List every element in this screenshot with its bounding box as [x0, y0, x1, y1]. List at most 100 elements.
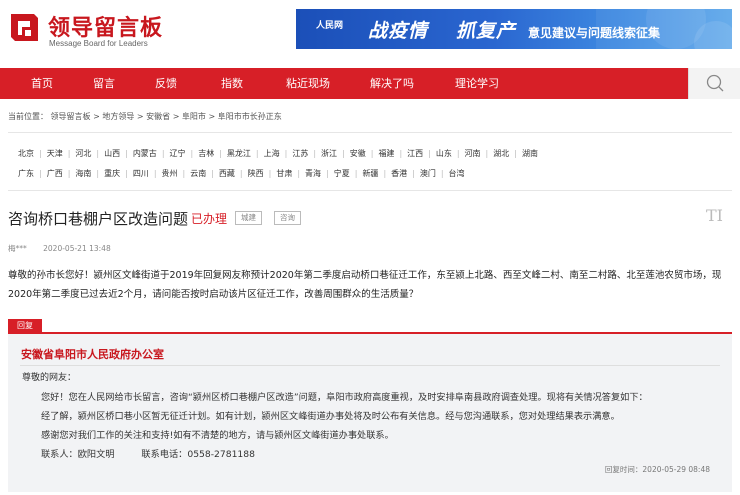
province-link[interactable]: 西藏: [219, 168, 235, 179]
province-separator: |: [456, 149, 460, 158]
province-separator: |: [268, 169, 272, 178]
status-badge: 已办理: [191, 212, 228, 226]
province-separator: |: [383, 169, 387, 178]
logo-icon: [11, 14, 38, 41]
breadcrumb-separator: >: [136, 112, 144, 121]
breadcrumb-item[interactable]: 地方领导: [102, 112, 134, 121]
breadcrumb-item[interactable]: 安徽省: [146, 112, 170, 121]
province-link[interactable]: 陕西: [248, 168, 264, 179]
province-separator: |: [354, 169, 358, 178]
province-link[interactable]: 云南: [190, 168, 206, 179]
province-separator: |: [412, 169, 415, 178]
nav-item-message[interactable]: 留言: [84, 68, 124, 99]
province-separator: |: [313, 149, 317, 158]
province-link[interactable]: 四川: [133, 168, 149, 179]
province-separator: |: [190, 149, 194, 158]
breadcrumb-separator: >: [93, 112, 100, 121]
province-separator: |: [125, 169, 128, 178]
province-separator: |: [428, 149, 431, 158]
promo-banner[interactable]: 人民网 战疫情 抓复产 意见建议与问题线索征集: [296, 9, 732, 49]
province-link[interactable]: 江西: [407, 148, 423, 159]
province-separator: |: [182, 169, 186, 178]
province-separator: |: [255, 149, 259, 158]
search-icon: [706, 74, 724, 92]
nav-item-live[interactable]: 粘近现场: [278, 68, 338, 99]
divider: [8, 132, 732, 133]
breadcrumb: 当前位置： 领导留言板 > 地方领导 > 安徽省 > 阜阳市 > 阜阳市市长孙正…: [8, 111, 282, 122]
province-separator: |: [239, 169, 243, 178]
province-link[interactable]: 河南: [465, 148, 481, 159]
province-link[interactable]: 新疆: [362, 168, 378, 179]
nav-item-home[interactable]: 首页: [22, 68, 62, 99]
province-separator: |: [219, 149, 222, 158]
contact-name: 联系人：欧阳文明: [41, 449, 115, 460]
message-title: 咨询桥口巷棚户区改造问题: [8, 210, 189, 228]
province-separator: |: [96, 169, 100, 178]
province-link[interactable]: 上海: [264, 148, 280, 159]
province-list-row-1: 北京 | 天津 | 河北 | 山西 | 内蒙古 | 辽宁 | 吉林 | 黑龙江 | 上海 | 江苏 | 浙江 | 安徽 | 福建…: [18, 148, 538, 159]
banner-text: 意见建议与问题线索征集: [528, 26, 661, 40]
nav-item-theory[interactable]: 理论学习: [447, 68, 507, 99]
province-link[interactable]: 台湾: [449, 168, 465, 179]
province-link[interactable]: 天津: [47, 148, 63, 159]
breadcrumb-item[interactable]: 阜阳市市长孙正东: [218, 112, 282, 121]
province-link[interactable]: 吉林: [198, 148, 214, 159]
province-separator: |: [370, 149, 374, 158]
province-link[interactable]: 山西: [104, 148, 120, 159]
reply-organization: 安徽省阜阳市人民政府办公室: [21, 348, 164, 361]
tag-type[interactable]: 咨询: [274, 211, 301, 225]
province-link[interactable]: 甘肃: [276, 168, 292, 179]
province-link[interactable]: 海南: [75, 168, 91, 179]
tag-category[interactable]: 城建: [235, 211, 262, 225]
reply-time: 回复时间：2020-05-29 08:48: [604, 465, 710, 474]
province-link[interactable]: 山东: [436, 148, 452, 159]
banner-slogan-2: 抓复产: [456, 20, 517, 42]
font-size-icon[interactable]: TI: [706, 206, 723, 225]
province-link[interactable]: 北京: [18, 148, 34, 159]
message-body: 尊敬的孙市长您好！颍州区文峰街道于2019年回复网友称预计2020年第二季度启动…: [8, 266, 732, 304]
message-body-line: 尊敬的孙市长您好！颍州区文峰街道于2019年回复网友称预计2020年第二季度启动…: [8, 270, 722, 281]
message-author: 梅***: [8, 244, 27, 253]
nav-item-feedback[interactable]: 反馈: [146, 68, 186, 99]
nav-search-button[interactable]: [688, 68, 740, 99]
province-link[interactable]: 浙江: [321, 148, 337, 159]
province-link[interactable]: 安徽: [350, 148, 366, 159]
nav-item-resolved[interactable]: 解决了吗: [362, 68, 422, 99]
banner-source-logo: 人民网: [316, 21, 344, 31]
province-link[interactable]: 澳门: [420, 168, 436, 179]
province-link[interactable]: 重庆: [104, 168, 120, 179]
logo-subtitle: Message Board for Leaders: [49, 39, 148, 48]
nav-item-index[interactable]: 指数: [212, 68, 252, 99]
message-body-line: 2020年第二季度已过去近2个月，请问能否按时启动该片区征迁工作，改善周围群众的…: [8, 289, 419, 300]
province-link[interactable]: 福建: [378, 148, 394, 159]
province-link[interactable]: 广东: [18, 168, 34, 179]
province-separator: |: [96, 149, 100, 158]
province-link[interactable]: 香港: [391, 168, 407, 179]
province-link[interactable]: 广西: [47, 168, 63, 179]
province-link[interactable]: 辽宁: [170, 148, 186, 159]
province-separator: |: [67, 169, 71, 178]
site-logo[interactable]: 领导留言板 Message Board for Leaders: [8, 8, 178, 53]
province-link[interactable]: 黑龙江: [227, 148, 251, 159]
province-separator: |: [514, 149, 517, 158]
province-link[interactable]: 内蒙古: [133, 148, 157, 159]
province-separator: |: [342, 149, 345, 158]
breadcrumb-item[interactable]: 阜阳市: [182, 112, 206, 121]
header: 领导留言板 Message Board for Leaders 人民网 战疫情 …: [0, 0, 740, 66]
province-separator: |: [326, 169, 329, 178]
banner-slogan-1: 战疫情: [368, 20, 429, 42]
contact-phone: 联系电话：0558-2781188: [141, 449, 255, 460]
province-link[interactable]: 江苏: [292, 148, 308, 159]
breadcrumb-separator: >: [208, 112, 216, 121]
province-link[interactable]: 湖南: [522, 148, 538, 159]
province-link[interactable]: 青海: [305, 168, 321, 179]
province-link[interactable]: 宁夏: [334, 168, 350, 179]
province-link[interactable]: 湖北: [493, 148, 509, 159]
province-link[interactable]: 河北: [75, 148, 91, 159]
reply-paragraph: 感谢您对我们工作的关注和支持!如有不清楚的地方，请与颍州区文峰街道办事处联系。: [41, 430, 394, 441]
reply-box: 安徽省阜阳市人民政府办公室 尊敬的网友： 您好！您在人民网给市长留言，咨询“颍州…: [8, 332, 732, 492]
province-separator: |: [211, 169, 214, 178]
message-meta: 梅*** 2020-05-21 13:48: [8, 243, 111, 254]
province-link[interactable]: 贵州: [162, 168, 178, 179]
breadcrumb-item[interactable]: 领导留言板: [51, 112, 91, 121]
